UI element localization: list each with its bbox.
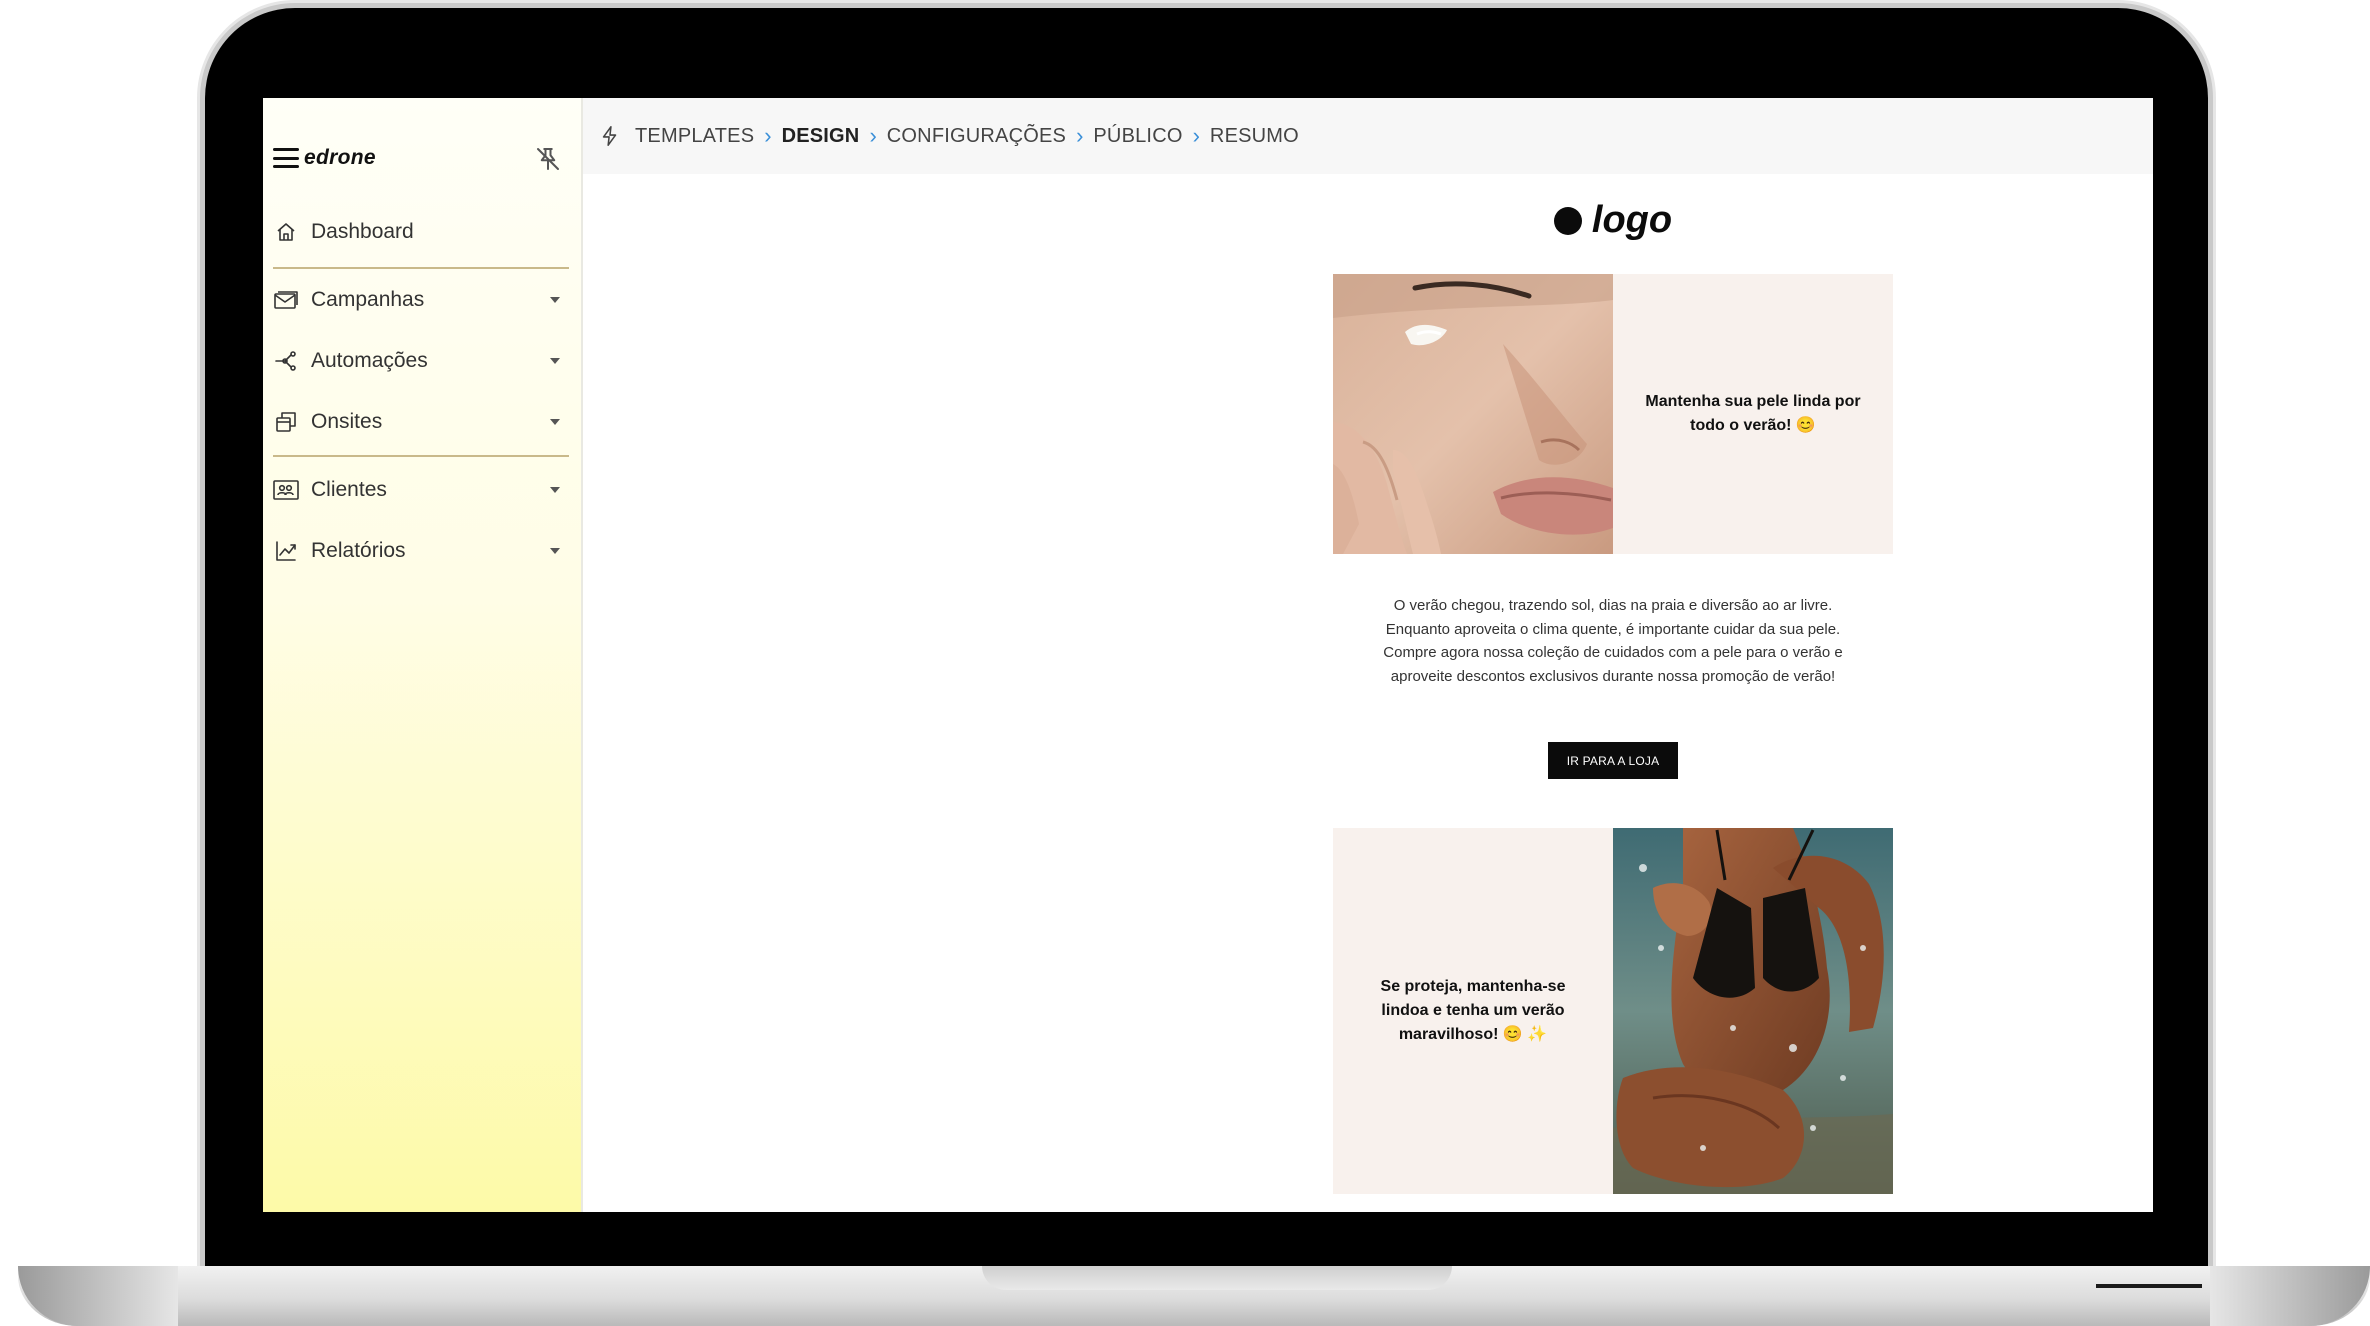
pin-off-icon[interactable] (533, 144, 563, 174)
chevron-down-icon[interactable] (549, 546, 561, 556)
sidebar-item-label: Onsites (311, 410, 383, 433)
chevron-right-icon: › (764, 123, 772, 148)
breadcrumb-step-design[interactable]: DESIGN (782, 125, 860, 148)
sidebar-divider (273, 455, 569, 457)
sidebar-item-automacoes[interactable]: Automações (271, 337, 569, 385)
second-text-panel: Se proteja, mantenha-se lindoa e tenha u… (1333, 828, 1613, 1194)
second-block: Se proteja, mantenha-se lindoa e tenha u… (1333, 828, 1893, 1194)
sidebar-item-relatorios[interactable]: Relatórios (271, 527, 569, 575)
laptop-base-line (2096, 1284, 2202, 1288)
body-line: Enquanto aproveita o clima quente, é imp… (1385, 620, 1841, 638)
contacts-icon (271, 475, 301, 505)
hero-block: Mantenha sua pele linda por todo o verão… (1333, 274, 1893, 554)
app-screen: edrone Dashboard Campanhas Automações On… (263, 98, 2153, 1212)
hamburger-menu-icon[interactable] (273, 148, 299, 168)
breadcrumb-step-templates[interactable]: TEMPLATES (635, 125, 754, 148)
laptop-hinge-notch (982, 1266, 1452, 1290)
logo-dot-icon (1553, 206, 1582, 235)
hero-headline: Mantenha sua pele linda por todo o verão… (1645, 393, 1861, 434)
sidebar-item-label: Automações (311, 349, 428, 372)
home-icon (271, 217, 301, 247)
lightning-icon (602, 126, 617, 146)
sidebar-item-label: Relatórios (311, 539, 406, 562)
second-headline: Se proteja, mantenha-se lindoa e tenha u… (1380, 978, 1566, 1043)
breadcrumb-step-configuracoes[interactable]: CONFIGURAÇÕES (887, 125, 1066, 148)
trend-chart-icon (271, 536, 301, 566)
breadcrumb-step-resumo[interactable]: RESUMO (1210, 125, 1299, 148)
chevron-down-icon[interactable] (549, 485, 561, 495)
sidebar-item-label: Campanhas (311, 288, 425, 311)
email-logo[interactable]: logo (1333, 199, 1893, 242)
breadcrumb: TEMPLATES › DESIGN › CONFIGURAÇÕES › PÚB… (583, 98, 2153, 174)
body-line: Compre agora nossa coleção de cuidados c… (1383, 644, 1843, 685)
chevron-right-icon: › (1192, 123, 1200, 148)
logo-text: logo (1591, 199, 1673, 241)
hero-text-panel: Mantenha sua pele linda por todo o verão… (1613, 274, 1893, 554)
sidebar-item-clientes[interactable]: Clientes (271, 466, 569, 514)
sidebar-item-label: Dashboard (311, 220, 414, 243)
skincare-face-image[interactable] (1333, 274, 1613, 554)
sidebar-divider (273, 267, 569, 269)
sidebar-item-label: Clientes (311, 478, 387, 501)
beach-woman-image[interactable] (1613, 828, 1893, 1194)
email-body-text: O verão chegou, trazendo sol, dias na pr… (1363, 594, 1863, 688)
go-to-store-button[interactable]: IR PARA A LOJA (1548, 742, 1678, 779)
email-preview: logo Mantenha sua pele linda por todo o … (1333, 174, 1893, 1212)
chevron-down-icon[interactable] (549, 295, 561, 305)
sidebar-item-onsites[interactable]: Onsites (271, 398, 569, 446)
chevron-down-icon[interactable] (549, 356, 561, 366)
brand-logo: edrone (304, 146, 376, 169)
body-line: O verão chegou, trazendo sol, dias na pr… (1393, 597, 1833, 614)
chevron-down-icon[interactable] (549, 417, 561, 427)
chevron-right-icon: › (869, 123, 877, 148)
share-icon (271, 346, 301, 376)
sidebar-item-dashboard[interactable]: Dashboard (271, 208, 569, 256)
sidebar-item-campanhas[interactable]: Campanhas (271, 276, 569, 324)
main-content: TEMPLATES › DESIGN › CONFIGURAÇÕES › PÚB… (583, 98, 2153, 1212)
breadcrumb-step-publico[interactable]: PÚBLICO (1093, 125, 1182, 148)
mail-icon (271, 285, 301, 315)
windows-icon (271, 407, 301, 437)
chevron-right-icon: › (1076, 123, 1084, 148)
brand-row: edrone (273, 140, 563, 176)
sidebar: edrone Dashboard Campanhas Automações On… (263, 98, 583, 1212)
